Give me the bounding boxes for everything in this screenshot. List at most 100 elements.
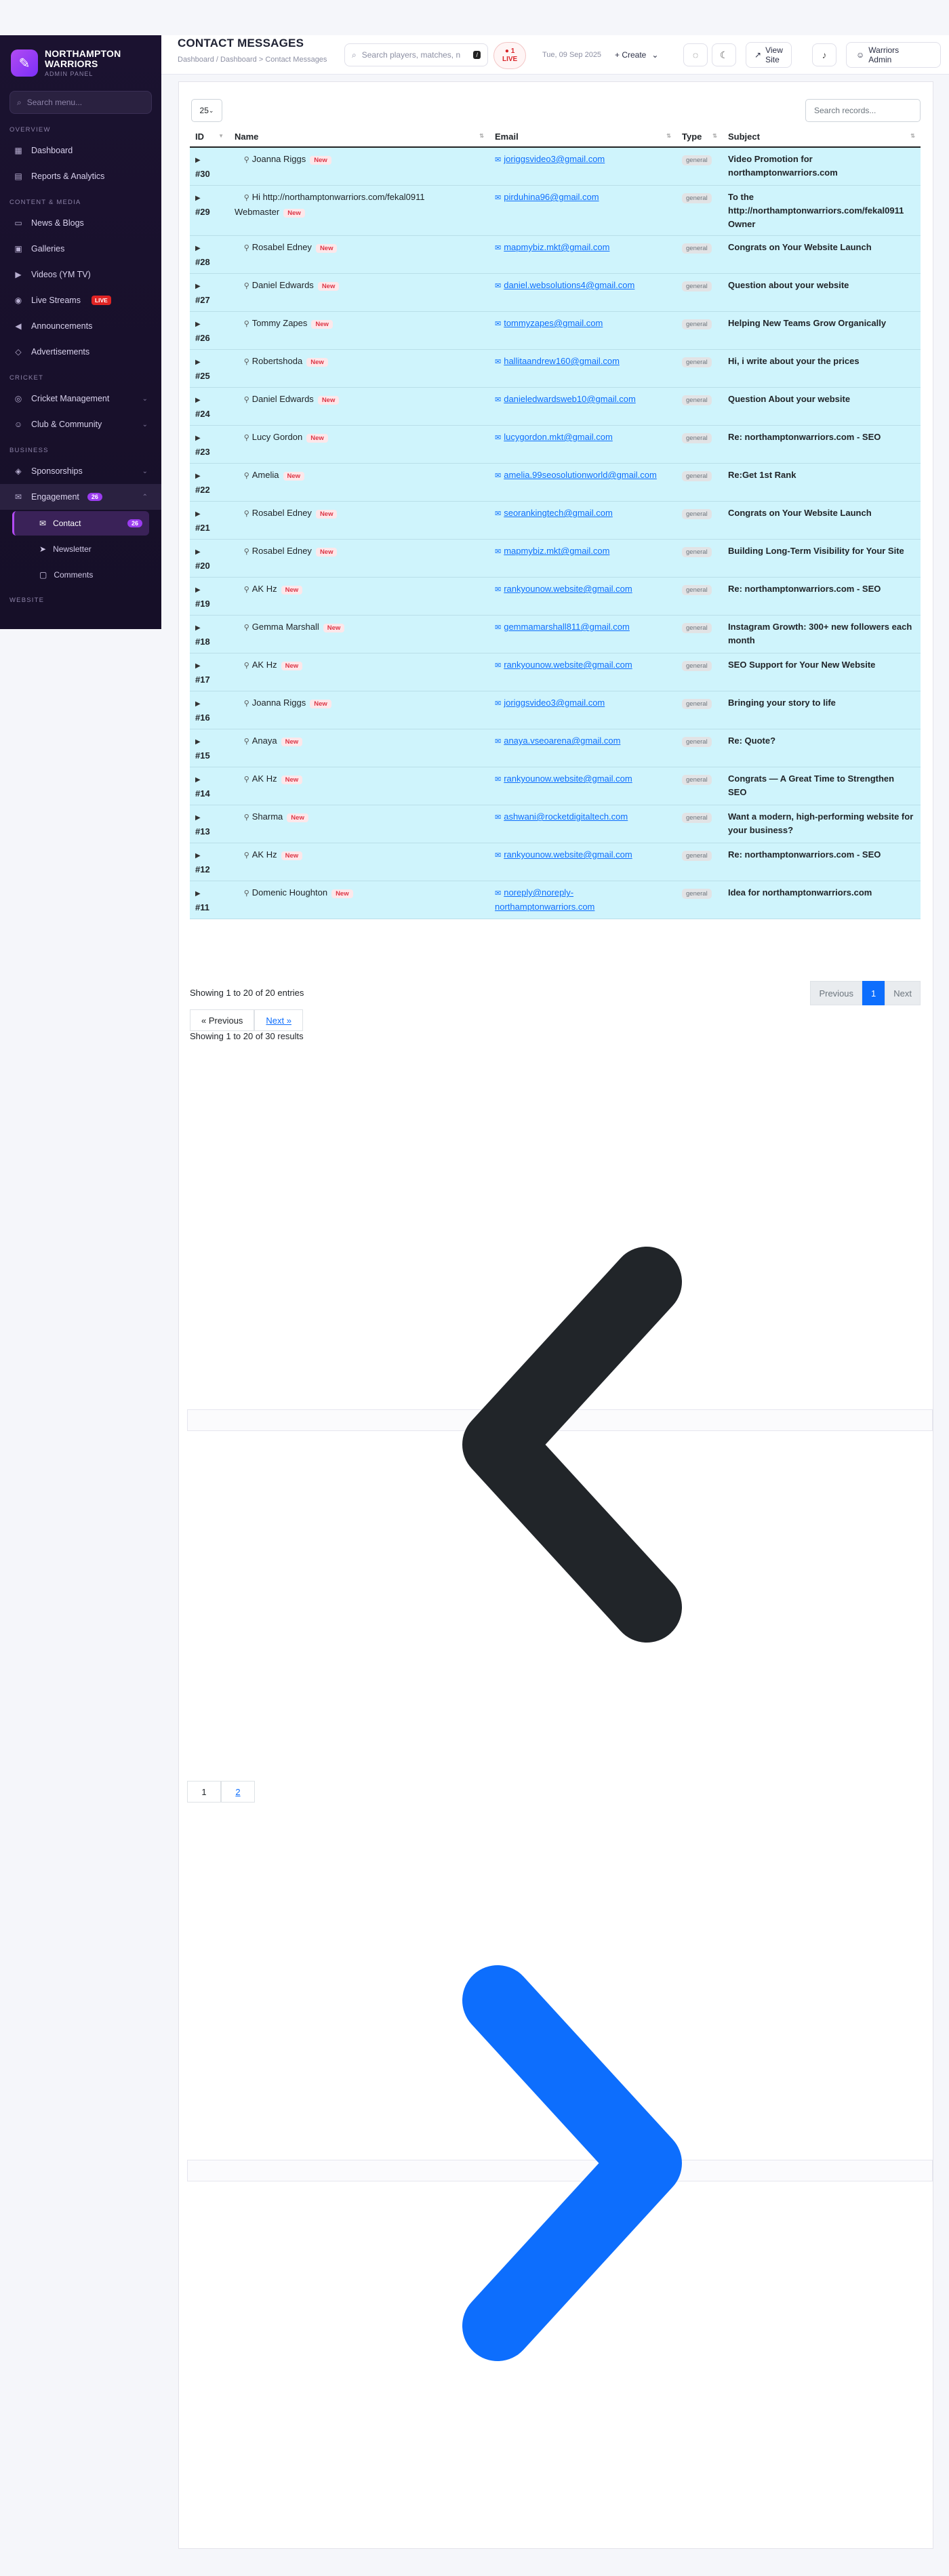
sender-email-link[interactable]: lucygordon.mkt@gmail.com	[504, 432, 613, 442]
sidebar-subitem-newsletter[interactable]: ➤ Newsletter	[12, 537, 149, 561]
sidebar-item-news[interactable]: ▭ News & Blogs	[0, 210, 161, 236]
pagination-next[interactable]: Next	[885, 981, 921, 1005]
sender-email-link[interactable]: anaya.vseoarena@gmail.com	[504, 736, 620, 746]
view-site-button[interactable]: ↗ View Site	[746, 42, 792, 68]
expand-caret-icon[interactable]: ▶	[195, 738, 201, 746]
expand-caret-icon[interactable]: ▶	[195, 852, 201, 860]
sender-email-link[interactable]: mapmybiz.mkt@gmail.com	[504, 546, 609, 556]
expand-caret-icon[interactable]: ▶	[195, 245, 201, 252]
sidebar-item-sponsorships[interactable]: ◈ Sponsorships ⌄	[0, 458, 161, 484]
expand-caret-icon[interactable]: ▶	[195, 472, 201, 480]
sidebar-subitem-contact[interactable]: ✉ Contact 26	[12, 511, 149, 536]
sender-email-link[interactable]: tommyzapes@gmail.com	[504, 318, 603, 328]
pagination-page-1[interactable]: 1	[862, 981, 885, 1005]
table-row[interactable]: ▶#23▶⚲Lucy GordonNew✉lucygordon.mkt@gmai…	[190, 425, 921, 464]
expand-caret-icon[interactable]: ▶	[195, 624, 201, 632]
table-row[interactable]: ▶ #16▶ ⚲Joanna Riggs New ✉joriggsvideo3@gmai…	[190, 691, 921, 729]
sender-email-link[interactable]: gemmamarshall811@gmail.com	[504, 622, 630, 632]
table-row[interactable]: ▶ #18▶ ⚲Gemma Marshall New ✉gemmamarshall811…	[190, 615, 921, 653]
table-row[interactable]: ▶ #22▶ ⚲Amelia New ✉amelia.99seosolutionworl…	[190, 463, 921, 502]
create-button[interactable]: + Create ⌄	[605, 43, 668, 66]
sidebar-item-advertisements[interactable]: ◇ Advertisements	[0, 339, 161, 365]
sender-email-link[interactable]: danieledwardsweb10@gmail.com	[504, 394, 636, 404]
table-row[interactable]: ▶#24▶⚲Daniel EdwardsNew✉danieledwardsweb…	[190, 387, 921, 426]
sidebar-item-cricket-management[interactable]: ◎ Cricket Management ⌄	[0, 386, 161, 411]
table-row[interactable]: ▶ #30▶ ⚲Joanna Riggs New ✉joriggsvideo3@gmai…	[190, 147, 921, 186]
sidebar-subitem-comments[interactable]: ▢ Comments	[12, 563, 149, 587]
table-row[interactable]: ▶ #12▶ ⚲AK Hz New ✉rankyounow.website@gmail.…	[190, 843, 921, 881]
table-row[interactable]: ▶#20▶⚲Rosabel EdneyNew✉mapmybiz.mkt@gmai…	[190, 539, 921, 578]
sender-email-link[interactable]: daniel.websolutions4@gmail.com	[504, 280, 634, 290]
sidebar-item-galleries[interactable]: ▣ Galleries	[0, 236, 161, 262]
sidebar-item-announcements[interactable]: ◀ Announcements	[0, 313, 161, 339]
table-row[interactable]: ▶ #13▶ ⚲Sharma New ✉ashwani@rocketdigitaltec…	[190, 805, 921, 843]
expand-caret-icon[interactable]: ▶	[195, 662, 201, 670]
expand-caret-icon[interactable]: ▶	[195, 548, 201, 556]
table-row[interactable]: ▶ #17▶ ⚲AK Hz New ✉rankyounow.website@gmail.…	[190, 653, 921, 691]
laravel-previous[interactable]: « Previous	[190, 1009, 255, 1031]
table-row[interactable]: ▶#25▶⚲RobertshodaNew✉hallitaandrew160@gm…	[190, 349, 921, 388]
sidebar-item-live-streams[interactable]: ◉ Live Streams LIVE	[0, 287, 161, 313]
table-row[interactable]: ▶ #19▶ ⚲AK Hz New ✉rankyounow.website@gmail.…	[190, 577, 921, 616]
sidebar-item-dashboard[interactable]: ▦ Dashboard	[0, 138, 161, 163]
column-header-subject[interactable]: Subject ⇅	[723, 127, 921, 148]
expand-caret-icon[interactable]: ▶	[195, 890, 201, 898]
expand-caret-icon[interactable]: ▶	[195, 397, 201, 404]
expand-caret-icon[interactable]: ▶	[195, 435, 201, 442]
table-row[interactable]: ▶#11▶⚲Domenic HoughtonNew✉noreply@norepl…	[190, 881, 921, 919]
user-menu[interactable]: ☺ Warriors Admin	[846, 42, 941, 68]
expand-caret-icon[interactable]: ▶	[195, 814, 201, 822]
table-row[interactable]: ▶ #14▶ ⚲AK Hz New ✉rankyounow.website@gmail.…	[190, 767, 921, 805]
column-header-email[interactable]: Email ⇅	[489, 127, 677, 148]
sidebar-item-club[interactable]: ☺ Club & Community ⌄	[0, 411, 161, 437]
breadcrumb[interactable]: Dashboard / Dashboard > Contact Messages	[178, 56, 327, 64]
sender-email-link[interactable]: joriggsvideo3@gmail.com	[504, 154, 605, 164]
sender-email-link[interactable]: hallitaandrew160@gmail.com	[504, 356, 620, 366]
expand-caret-icon[interactable]: ▶	[195, 586, 201, 594]
table-row[interactable]: ▶#28▶⚲Rosabel EdneyNew✉mapmybiz.mkt@gmai…	[190, 235, 921, 274]
chevron-left-icon[interactable]	[450, 1241, 694, 1648]
theme-toggle-button[interactable]: ☾	[712, 43, 736, 66]
table-row[interactable]: ▶ #29 ▶⚲Hi http://northamptonwarriors.com/…	[190, 185, 921, 236]
sender-email-link[interactable]: mapmybiz.mkt@gmail.com	[504, 242, 609, 252]
messages-button[interactable]: ◌	[683, 43, 708, 66]
brand[interactable]: ✎ NORTHAMPTON WARRIORS ADMIN PANEL	[0, 35, 161, 87]
numbered-page-2[interactable]: 2	[221, 1781, 255, 1803]
laravel-next[interactable]: Next »	[254, 1009, 303, 1031]
sender-email-link[interactable]: rankyounow.website@gmail.com	[504, 773, 632, 784]
expand-caret-icon[interactable]: ▶	[195, 321, 201, 328]
sender-email-link[interactable]: rankyounow.website@gmail.com	[504, 584, 632, 594]
table-row[interactable]: ▶#27▶⚲Daniel EdwardsNew✉daniel.websoluti…	[190, 273, 921, 312]
sidebar-item-engagement[interactable]: ✉ Engagement 26 ⌃	[0, 484, 161, 510]
table-search-input[interactable]: Search records...	[805, 99, 921, 122]
sender-email-link[interactable]: amelia.99seosolutionworld@gmail.com	[504, 470, 657, 480]
sidebar-item-reports[interactable]: ▤ Reports & Analytics	[0, 163, 161, 189]
expand-caret-icon[interactable]: ▶	[195, 283, 201, 290]
column-header-type[interactable]: Type ⇅	[677, 127, 723, 148]
sender-email-link[interactable]: ashwani@rocketdigitaltech.com	[504, 811, 628, 822]
sender-email-link[interactable]: rankyounow.website@gmail.com	[504, 660, 632, 670]
sidebar-item-videos[interactable]: ▶ Videos (YM TV)	[0, 262, 161, 287]
global-search-input[interactable]: ⌕ Search players, matches, n /	[344, 43, 488, 66]
sender-email-link[interactable]: joriggsvideo3@gmail.com	[504, 698, 605, 708]
chevron-right-icon[interactable]	[450, 1960, 694, 2367]
sender-email-link[interactable]: rankyounow.website@gmail.com	[504, 849, 632, 860]
live-indicator[interactable]: ● 1 LIVE	[493, 42, 527, 69]
pagination-previous[interactable]: Previous	[810, 981, 863, 1005]
sender-email-link[interactable]: seorankingtech@gmail.com	[504, 508, 613, 518]
sender-email-link[interactable]: pirduhina96@gmail.com	[504, 192, 599, 202]
sidebar-search-input[interactable]: ⌕ Search menu...	[9, 91, 152, 114]
expand-caret-icon[interactable]: ▶	[195, 157, 201, 164]
page-length-select[interactable]: 25 ⌄	[191, 99, 222, 122]
notifications-button[interactable]: ♪	[812, 43, 836, 66]
expand-caret-icon[interactable]: ▶	[195, 700, 201, 708]
expand-caret-icon[interactable]: ▶	[195, 195, 201, 202]
numbered-page-1[interactable]: 1	[187, 1781, 221, 1803]
table-row[interactable]: ▶#21▶⚲Rosabel EdneyNew✉seorankingtech@gm…	[190, 501, 921, 540]
sender-email-link[interactable]: noreply@noreply-northamptonwarriors.com	[495, 887, 594, 912]
expand-caret-icon[interactable]: ▶	[195, 776, 201, 784]
column-header-name[interactable]: Name ⇅	[229, 127, 489, 148]
column-header-id[interactable]: ID ▼	[190, 127, 229, 148]
expand-caret-icon[interactable]: ▶	[195, 359, 201, 366]
table-row[interactable]: ▶ #15▶ ⚲Anaya New ✉anaya.vseoarena@gmail.com…	[190, 729, 921, 767]
